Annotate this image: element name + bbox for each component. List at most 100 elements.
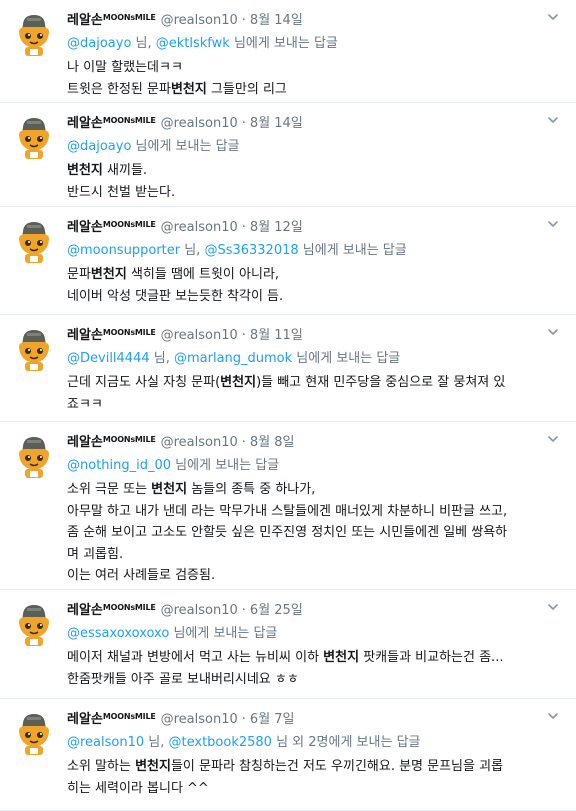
chevron-down-icon[interactable] [546, 709, 560, 723]
display-name[interactable]: 레알손MOONsMILE [67, 712, 156, 727]
name-badge: MOONsMILE [102, 13, 156, 22]
chevron-down-icon[interactable] [546, 113, 560, 127]
reply-context: @moonsupporter 님, @Ss36332018 님에게 보내는 답글 [67, 241, 564, 260]
tweet-header: 레알손MOONsMILE @realson10 · 6월 25일 [67, 598, 564, 618]
display-name-text: 레알손 [67, 435, 103, 450]
reply-suffix: 님 외 2명에게 보내는 답글 [271, 735, 421, 750]
tweet-text-line: 한줌팟캐들 아주 골로 보내버리시네요 ㅎㅎ [67, 669, 564, 691]
tweet[interactable]: 레알손MOONsMILE @realson10 · 6월 7일 @realson10 … [0, 699, 576, 811]
tweet-text-line: 이는 여러 사례들로 검증됨. [67, 565, 564, 587]
user-handle[interactable]: @realson10 [161, 435, 238, 450]
tweet-date[interactable]: 8월 14일 [250, 13, 303, 28]
tweet-header: 레알손MOONsMILE @realson10 · 8월 14일 [67, 111, 564, 131]
tweet-date[interactable]: 8월 14일 [250, 116, 303, 131]
tweet[interactable]: 레알손MOONsMILE @realson10 · 8월 12일 @moonsuppo… [0, 207, 576, 315]
reply-mention-link[interactable]: @nothing_id_00 [67, 458, 171, 473]
chevron-down-icon[interactable] [546, 432, 560, 446]
tweet-text-line: 소위 말하는 변천지들이 문파라 참칭하는건 저도 우끼긴해요. 분명 문프님을… [67, 756, 564, 778]
tweet-text-line: 근데 지금도 사실 자칭 문파(변천지)들 빼고 현재 민주당을 중심으로 잘 … [67, 372, 564, 394]
chevron-down-icon[interactable] [546, 600, 560, 614]
highlighted-keyword: 변천지 [220, 375, 257, 390]
reply-context: @dajoayo 님에게 보내는 답글 [67, 137, 564, 156]
separator-dot: · [241, 220, 246, 235]
avatar[interactable] [10, 432, 58, 480]
display-name-text: 레알손 [67, 13, 103, 28]
tweet-text: 근데 지금도 사실 자칭 문파(변천지)들 빼고 현재 민주당을 중심으로 잘 … [67, 372, 564, 415]
user-handle[interactable]: @realson10 [161, 603, 238, 618]
reply-mention-link[interactable]: @dajoayo [67, 139, 131, 154]
separator-dot: · [241, 712, 246, 727]
reply-mention-link[interactable]: @textbook2580 [169, 735, 272, 750]
text-segment: 죠ㅋㅋ [67, 396, 103, 412]
display-name-text: 레알손 [67, 328, 103, 343]
name-badge: MOONsMILE [102, 712, 156, 721]
tweet[interactable]: 레알손MOONsMILE @realson10 · 8월 14일 @dajoayo 님… [0, 103, 576, 207]
separator-dot: · [241, 13, 246, 28]
user-handle[interactable]: @realson10 [161, 712, 238, 727]
tweet-date[interactable]: 8월 11일 [250, 328, 303, 343]
tweet-text-line: 죠ㅋㅋ [67, 394, 564, 416]
display-name[interactable]: 레알손MOONsMILE [67, 13, 156, 28]
name-badge: MOONsMILE [102, 435, 156, 444]
reply-mention-link[interactable]: @ektlskfwk [156, 36, 230, 51]
chevron-down-icon[interactable] [546, 10, 560, 24]
tweet-text-line: 문파변천지 색히들 땜에 트윗이 아니라, [67, 264, 564, 286]
display-name[interactable]: 레알손MOONsMILE [67, 116, 156, 131]
chevron-down-icon[interactable] [546, 217, 560, 231]
text-segment: 좀 순해 보이고 고소도 안할듯 싶은 민주진영 정치인 또는 시민들에겐 일베… [67, 525, 508, 540]
text-segment: 트윗은 한정된 문파 [67, 81, 171, 97]
display-name[interactable]: 레알손MOONsMILE [67, 220, 156, 235]
reply-context: @realson10 님, @textbook2580 님 외 2명에게 보내는… [67, 733, 564, 752]
display-name[interactable]: 레알손MOONsMILE [67, 328, 156, 343]
display-name-text: 레알손 [67, 116, 103, 131]
tweet-text-line: 트윗은 한정된 문파변천지 그들만의 리그 [67, 79, 564, 101]
text-segment: 반드시 천벌 받는다. [67, 184, 176, 200]
avatar[interactable] [10, 709, 58, 757]
tweet[interactable]: 레알손MOONsMILE @realson10 · 8월 11일 @Devill444… [0, 315, 576, 422]
tweet-text: 메이저 채널과 변방에서 먹고 사는 뉴비씨 이하 변천지 팟캐들과 비교하는건… [67, 647, 564, 690]
display-name-text: 레알손 [67, 712, 103, 727]
name-badge: MOONsMILE [102, 220, 156, 229]
user-handle[interactable]: @realson10 [161, 13, 238, 28]
separator-dot: · [241, 603, 246, 618]
tweet-text: 나 이말 할랬는데ㅋㅋ 트윗은 한정된 문파변천지 그들만의 리그 [67, 57, 564, 100]
tweet-date[interactable]: 6월 25일 [250, 603, 303, 618]
chevron-down-icon[interactable] [546, 325, 560, 339]
reply-mention-link[interactable]: @moonsupporter [67, 243, 180, 258]
avatar[interactable] [10, 325, 58, 373]
user-handle[interactable]: @realson10 [161, 116, 238, 131]
text-segment: 문파 [67, 267, 91, 282]
tweet-date[interactable]: 8월 12일 [250, 220, 303, 235]
separator-dot: · [241, 116, 246, 131]
user-handle[interactable]: @realson10 [161, 220, 238, 235]
reply-mention-link[interactable]: @Devill4444 [67, 351, 150, 366]
tweet-header: 레알손MOONsMILE @realson10 · 6월 7일 [67, 707, 564, 727]
display-name[interactable]: 레알손MOONsMILE [67, 435, 156, 450]
text-segment: 들이 문파라 참칭하는건 저도 우끼긴해요. 분명 문프님을 괴롭 [170, 759, 504, 774]
reply-mention-link[interactable]: @realson10 [67, 735, 144, 750]
tweet-header: 레알손MOONsMILE @realson10 · 8월 11일 [67, 323, 564, 343]
text-segment: 색히들 땜에 트윗이 아니라, [126, 267, 280, 282]
user-handle[interactable]: @realson10 [161, 328, 238, 343]
highlighted-keyword: 변천지 [323, 650, 360, 665]
reply-suffix: 님에게 보내는 답글 [131, 139, 240, 154]
avatar[interactable] [10, 217, 58, 265]
tweet[interactable]: 레알손MOONsMILE @realson10 · 6월 25일 @essaxoxox… [0, 590, 576, 699]
reply-mention-link[interactable]: @Ss36332018 [204, 243, 298, 258]
tweet[interactable]: 레알손MOONsMILE @realson10 · 8월 8일 @nothing_id… [0, 422, 576, 590]
avatar[interactable] [10, 10, 58, 58]
display-name[interactable]: 레알손MOONsMILE [67, 603, 156, 618]
avatar[interactable] [10, 600, 58, 648]
reply-mention-link[interactable]: @essaxoxoxoxo [67, 626, 169, 641]
highlighted-keyword: 변천지 [67, 163, 103, 178]
tweet-text-line: 좀 순해 보이고 고소도 안할듯 싶은 민주진영 정치인 또는 시민들에겐 일베… [67, 522, 564, 544]
tweet[interactable]: 레알손MOONsMILE @realson10 · 8월 14일 @dajoayo 님… [0, 0, 576, 103]
reply-mention-link[interactable]: @marlang_dumok [174, 351, 292, 366]
reply-mention-link[interactable]: @dajoayo [67, 36, 131, 51]
tweet-date[interactable]: 8월 8일 [250, 435, 295, 450]
text-segment: 메이저 채널과 변방에서 먹고 사는 뉴비씨 이하 [67, 650, 324, 665]
avatar[interactable] [10, 113, 58, 161]
tweet-date[interactable]: 6월 7일 [250, 712, 295, 727]
tweet-text-line: 아무말 하고 내가 낸데 라는 막무가내 스탈들에겐 매너있게 차분하니 비판글… [67, 501, 564, 523]
text-segment: )들 빼고 현재 민주당을 중심으로 잘 뭉쳐져 있 [256, 375, 506, 390]
